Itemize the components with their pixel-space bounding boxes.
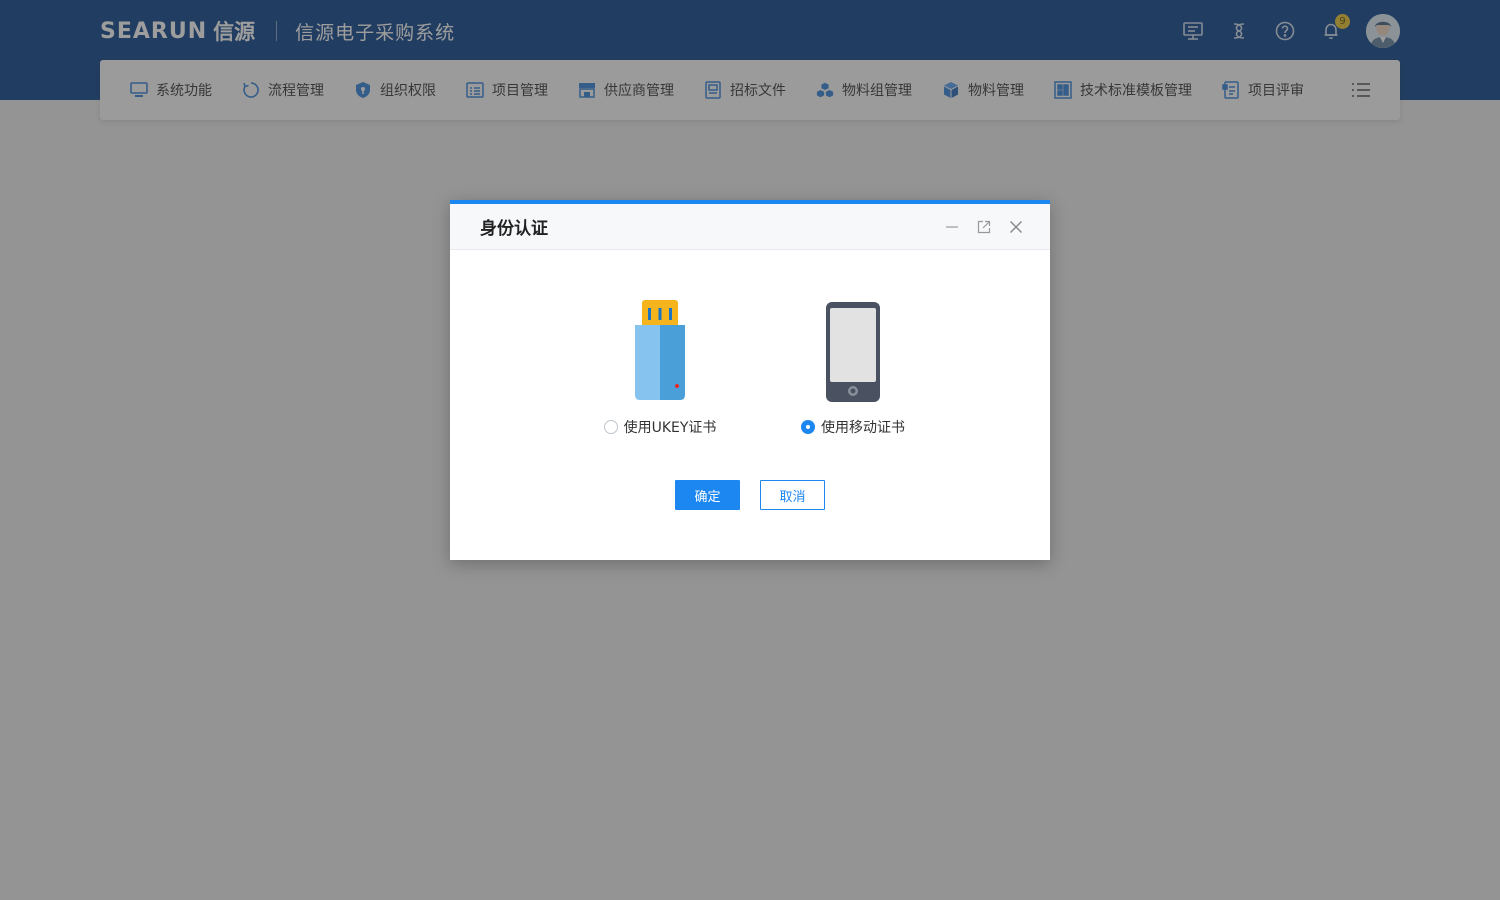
close-icon[interactable] — [1006, 217, 1026, 237]
dialog-controls — [930, 217, 1026, 237]
minimize-icon[interactable] — [942, 217, 962, 237]
ukey-radio-row[interactable]: 使用UKEY证书 — [603, 417, 717, 437]
identity-auth-dialog: 身份认证 使用UKEY证书 使用移动证书 确定 取消 — [450, 200, 1050, 560]
cert-options: 使用UKEY证书 使用移动证书 — [450, 300, 1050, 440]
dialog-header: 身份认证 — [450, 204, 1050, 250]
popout-icon[interactable] — [974, 217, 994, 237]
usb-key-icon — [630, 300, 690, 404]
option-mobile[interactable]: 使用移动证书 — [778, 300, 928, 437]
dialog-title: 身份认证 — [480, 219, 548, 239]
confirm-button[interactable]: 确定 — [675, 480, 740, 510]
cancel-button[interactable]: 取消 — [760, 480, 825, 510]
ukey-radio[interactable] — [603, 420, 618, 434]
mobile-radio-row[interactable]: 使用移动证书 — [801, 417, 905, 437]
ukey-label: 使用UKEY证书 — [623, 420, 717, 436]
dialog-buttons: 确定 取消 — [675, 480, 825, 510]
mobile-radio[interactable] — [801, 420, 815, 434]
option-ukey[interactable]: 使用UKEY证书 — [585, 300, 735, 437]
mobile-label: 使用移动证书 — [821, 420, 905, 436]
mobile-phone-icon — [823, 300, 883, 404]
